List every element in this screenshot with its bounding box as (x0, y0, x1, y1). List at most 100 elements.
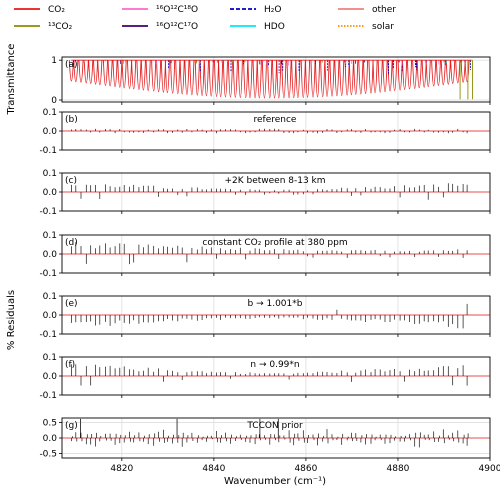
panel-title: constant CO₂ profile at 380 ppm (202, 238, 347, 248)
co2-line (131, 60, 137, 90)
co2-line (97, 60, 103, 85)
co2-line (363, 60, 369, 95)
y-tick-label: 0 (51, 96, 57, 106)
chart-panels: 0 1 (a) -0.1 0.0 0.1 (b) reference -0.1 0.0 0.1 (c)… (39, 56, 500, 474)
co2-line (435, 60, 441, 86)
panel-letter: (a) (65, 60, 78, 70)
co2-line (184, 60, 190, 95)
co2-line (136, 60, 142, 90)
panel-title: +2K between 8-13 km (224, 176, 325, 186)
panel-7: -0.5 0.0 0.5 4820 4840 4860 4880 4900 (g) TCCON p… (39, 417, 500, 474)
co2-line (295, 60, 301, 98)
legend-label: solar (372, 22, 394, 32)
co2-line (464, 60, 470, 83)
co2-line (339, 60, 345, 96)
panel-3: -0.1 0.0 0.1 (c) +2K between 8-13 km (39, 169, 491, 217)
legend-label: other (372, 5, 396, 15)
y-tick-label: -0.1 (39, 207, 57, 217)
legend-label: ¹³CO₂ (48, 22, 73, 32)
co2-line (460, 60, 466, 83)
co2-line (117, 60, 123, 88)
co2-line (425, 60, 431, 87)
panel-letter: (g) (65, 421, 78, 431)
y-tick-label: 0.1 (43, 108, 57, 118)
co2-line (272, 60, 278, 99)
co2-line (344, 60, 350, 96)
co2-line (102, 60, 108, 86)
panel-1: 0 1 (a) (51, 56, 491, 106)
co2-line (315, 60, 321, 98)
x-axis-label: Wavenumber (cm⁻¹) (224, 476, 326, 487)
co2-line (416, 60, 422, 88)
panel-5: -0.1 0.0 0.1 (e) b → 1.001*b (39, 292, 491, 340)
panel-letter: (e) (65, 299, 78, 309)
co2-line (237, 60, 243, 98)
legend-label: HDO (264, 22, 285, 32)
co2-line (348, 60, 354, 96)
co2-line (170, 60, 176, 94)
legend-entry: ¹³CO₂ (14, 22, 73, 32)
co2-line (243, 60, 249, 98)
co2-line (421, 60, 427, 88)
co2-line (310, 60, 316, 98)
co2-line (358, 60, 364, 95)
co2-line (261, 60, 267, 99)
x-tick-label: 4900 (479, 464, 500, 474)
co2-line (256, 60, 262, 99)
co2-line (160, 60, 166, 93)
co2-line (252, 60, 258, 99)
x-tick-label: 4880 (387, 464, 410, 474)
co2-line (127, 60, 133, 89)
y-tick-label: 0.0 (43, 372, 58, 382)
y-tick-label: -0.1 (39, 330, 57, 340)
co2-line (175, 60, 181, 95)
panel-letter: (d) (65, 238, 78, 248)
co2-line (93, 60, 99, 85)
co2-line (267, 60, 273, 99)
panel-title: TCCON prior (246, 421, 303, 431)
co2-line (402, 60, 408, 90)
co2-line (203, 60, 209, 97)
co2-line (88, 60, 94, 85)
co2-line (320, 60, 326, 98)
y-tick-label: 0.0 (43, 127, 58, 137)
co2-line (179, 60, 185, 95)
y-tick-label: -0.1 (39, 146, 57, 156)
legend-entry: ¹⁶O¹²C¹⁸O (122, 5, 198, 15)
y-axis-label-transmittance: Transmittance (6, 44, 17, 116)
co2-line (222, 60, 228, 98)
y-tick-label: 0.0 (43, 311, 58, 321)
legend-entry: HDO (230, 22, 285, 32)
co2-line (353, 60, 359, 95)
y-tick-label: -0.5 (39, 449, 57, 459)
panel-title: reference (254, 115, 297, 125)
panel-4: -0.1 0.0 0.1 (d) constant CO₂ profile at 380… (39, 231, 491, 279)
x-tick-label: 4840 (202, 464, 225, 474)
co2-line (218, 60, 224, 98)
y-tick-label: 0.1 (43, 353, 57, 363)
co2-line (276, 60, 282, 99)
co2-line (450, 60, 456, 85)
y-tick-label: 0.1 (43, 292, 57, 302)
legend-label: H₂O (264, 5, 281, 15)
legend-entry: solar (338, 22, 394, 32)
co2-line (232, 60, 238, 98)
co2-line (227, 60, 233, 98)
y-tick-label: 0.1 (43, 169, 57, 179)
y-tick-label: -0.1 (39, 391, 57, 401)
y-tick-label: 0.0 (43, 434, 58, 444)
y-axis-label-residuals: % Residuals (6, 290, 17, 350)
co2-line (83, 60, 89, 84)
co2-line (377, 60, 383, 93)
panel-title: n → 0.99*n (250, 360, 299, 370)
co2-line (329, 60, 335, 97)
co2-line (440, 60, 446, 85)
co2-line (151, 60, 157, 92)
legend-entry: other (338, 5, 396, 15)
y-tick-label: 1 (51, 56, 57, 66)
co2-line (199, 60, 205, 96)
co2-line (121, 60, 127, 88)
y-tick-label: 0.1 (43, 231, 57, 241)
co2-line (324, 60, 330, 97)
panel-letter: (f) (65, 360, 75, 370)
